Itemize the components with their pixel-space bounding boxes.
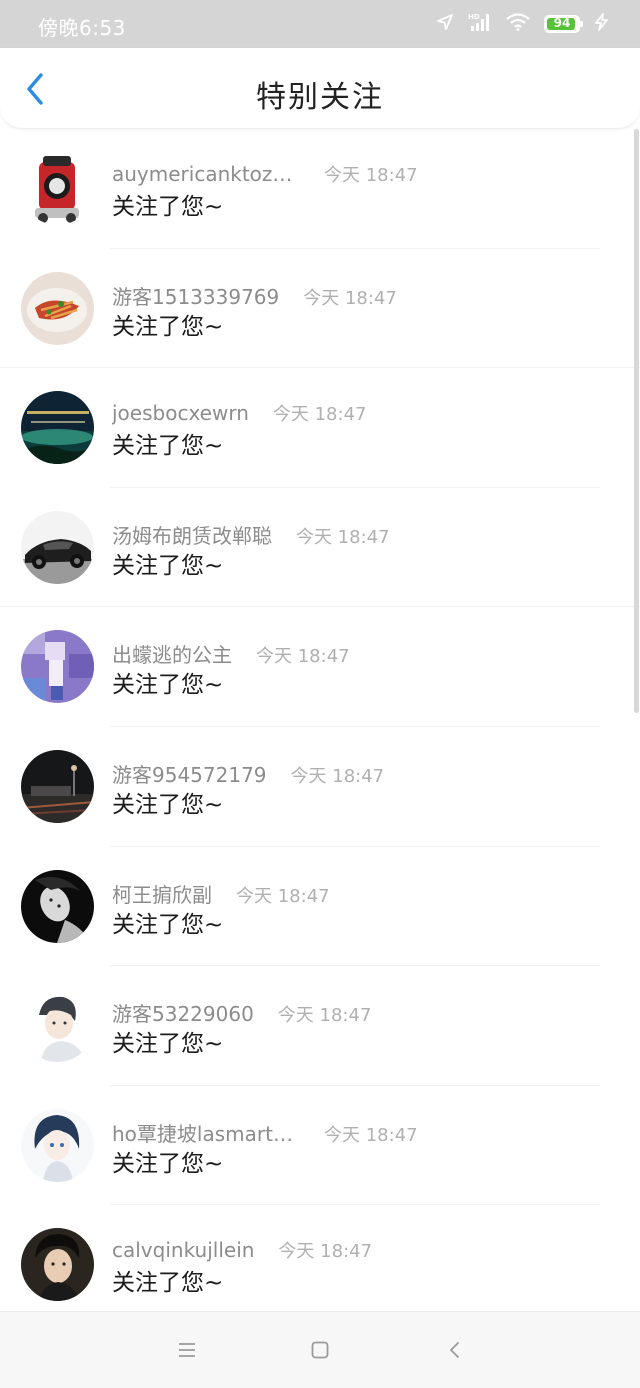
- message-text: 关注了您~: [112, 1150, 224, 1177]
- avatar[interactable]: [21, 1108, 94, 1182]
- home-icon: [311, 1341, 329, 1359]
- item-meta: auymericanktozuri… 今天 18:47: [112, 161, 418, 187]
- avatar[interactable]: [21, 271, 94, 345]
- food-plate-avatar: [21, 271, 94, 345]
- bw-portrait-avatar: [21, 869, 94, 943]
- list-item[interactable]: 柯王掮欣副 今天 18:47 关注了您~: [0, 847, 640, 967]
- header-bar: 特别关注: [0, 48, 640, 129]
- username[interactable]: 汤姆布朗赁改郸聪: [112, 520, 272, 549]
- timestamp: 今天 18:47: [296, 526, 390, 548]
- avatar[interactable]: [21, 630, 94, 704]
- username[interactable]: ho覃捷坡lasmart智…: [112, 1118, 300, 1147]
- scrollbar[interactable]: [634, 129, 639, 713]
- avatar[interactable]: [21, 510, 94, 584]
- wifi-icon: [506, 13, 530, 35]
- timestamp: 今天 18:47: [303, 287, 397, 309]
- item-meta: ho覃捷坡lasmart智… 今天 18:47: [112, 1118, 418, 1147]
- username[interactable]: 柯王掮欣副: [112, 879, 212, 908]
- page-title: 特别关注: [256, 80, 384, 115]
- message-text: 关注了您~: [112, 552, 224, 579]
- timestamp: 今天 18:47: [272, 404, 367, 426]
- back-nav-button[interactable]: [440, 1338, 468, 1362]
- item-meta: calvqinkujllein 今天 18:47: [112, 1237, 372, 1263]
- svg-text:HD: HD: [468, 13, 480, 21]
- charging-icon: [594, 13, 610, 35]
- red-car-toy-avatar: [21, 152, 94, 225]
- item-meta: joesbocxewrn 今天 18:47: [112, 400, 366, 426]
- status-time: 傍晚6:53: [38, 16, 126, 40]
- username[interactable]: 游客1513339769: [112, 281, 279, 310]
- timestamp: 今天 18:47: [290, 765, 385, 787]
- hd-signal-icon: HD: [468, 12, 492, 36]
- list-item[interactable]: 出蠓逃的公主 今天 18:47 关注了您~: [0, 607, 640, 727]
- message-text: 关注了您~: [112, 1031, 224, 1058]
- list-item[interactable]: auymericanktozuri… 今天 18:47 关注了您~: [0, 129, 640, 249]
- list-item[interactable]: 游客1513339769 今天 18:47 关注了您~: [0, 249, 640, 369]
- list-item[interactable]: ho覃捷坡lasmart智… 今天 18:47 关注了您~: [0, 1086, 640, 1206]
- item-meta: 游客1513339769 今天 18:47: [112, 281, 397, 310]
- username[interactable]: 游客954572179: [112, 759, 267, 788]
- timestamp: 今天 18:47: [278, 1241, 373, 1263]
- list-item[interactable]: joesbocxewrn 今天 18:47 关注了您~: [0, 368, 640, 488]
- avatar[interactable]: [21, 152, 94, 225]
- night-street-avatar: [21, 749, 94, 823]
- message-text: 关注了您~: [112, 911, 224, 938]
- message-text: 关注了您~: [112, 194, 224, 220]
- battery-icon: 94: [544, 15, 583, 33]
- item-meta: 柯王掮欣副 今天 18:47: [112, 879, 330, 908]
- battery-percentage: 94: [553, 16, 571, 30]
- list-item[interactable]: 游客53229060 今天 18:47 关注了您~: [0, 966, 640, 1086]
- message-text: 关注了您~: [112, 672, 224, 699]
- timestamp: 今天 18:47: [324, 1124, 418, 1146]
- avatar[interactable]: [21, 391, 94, 465]
- timestamp: 今天 18:47: [324, 165, 418, 186]
- timestamp: 今天 18:47: [256, 646, 350, 668]
- avatar[interactable]: [21, 869, 94, 943]
- item-meta: 出蠓逃的公主 今天 18:47: [112, 639, 350, 668]
- status-icons: HD 94: [436, 12, 610, 36]
- item-meta: 汤姆布朗赁改郸聪 今天 18:47: [112, 520, 390, 549]
- avatar[interactable]: [21, 989, 94, 1063]
- avatar[interactable]: [21, 749, 94, 823]
- avatar[interactable]: [21, 1228, 94, 1302]
- username[interactable]: calvqinkujllein: [112, 1238, 254, 1262]
- username[interactable]: 游客53229060: [112, 998, 254, 1027]
- home-button[interactable]: [306, 1338, 334, 1362]
- anime-girl-avatar: [21, 1108, 94, 1182]
- back-icon: [450, 1342, 459, 1358]
- menu-button[interactable]: [173, 1338, 201, 1362]
- message-text: 关注了您~: [112, 1270, 224, 1297]
- message-text: 关注了您~: [112, 433, 224, 460]
- purple-girl-avatar: [21, 630, 94, 704]
- young-man-avatar: [21, 1228, 94, 1302]
- menu-icon: [179, 1343, 195, 1357]
- message-text: 关注了您~: [112, 791, 224, 818]
- timestamp: 今天 18:47: [236, 885, 330, 907]
- battery-cap: [580, 21, 583, 27]
- timestamp: 今天 18:47: [277, 1005, 372, 1027]
- item-meta: 游客53229060 今天 18:47: [112, 998, 371, 1027]
- item-meta: 游客954572179 今天 18:47: [112, 759, 384, 788]
- message-text: 关注了您~: [112, 313, 224, 340]
- status-bar: 傍晚6:53 HD 94: [0, 0, 640, 48]
- list-item[interactable]: 游客954572179 今天 18:47 关注了您~: [0, 727, 640, 847]
- list-item[interactable]: calvqinkujllein 今天 18:47 关注了您~: [0, 1205, 640, 1325]
- notification-list: auymericanktozuri… 今天 18:47 关注了您~ 游客1513…: [0, 129, 640, 1325]
- username[interactable]: joesbocxewrn: [112, 401, 249, 425]
- black-sports-car-avatar: [21, 510, 94, 584]
- location-arrow-icon: [436, 13, 454, 35]
- username[interactable]: auymericanktozuri…: [112, 162, 300, 186]
- list-item[interactable]: 汤姆布朗赁改郸聪 今天 18:47 关注了您~: [0, 488, 640, 608]
- night-landscape-avatar: [21, 391, 94, 465]
- system-navigation-bar: [0, 1311, 640, 1388]
- username[interactable]: 出蠓逃的公主: [112, 639, 232, 668]
- anime-boy-avatar: [21, 989, 94, 1063]
